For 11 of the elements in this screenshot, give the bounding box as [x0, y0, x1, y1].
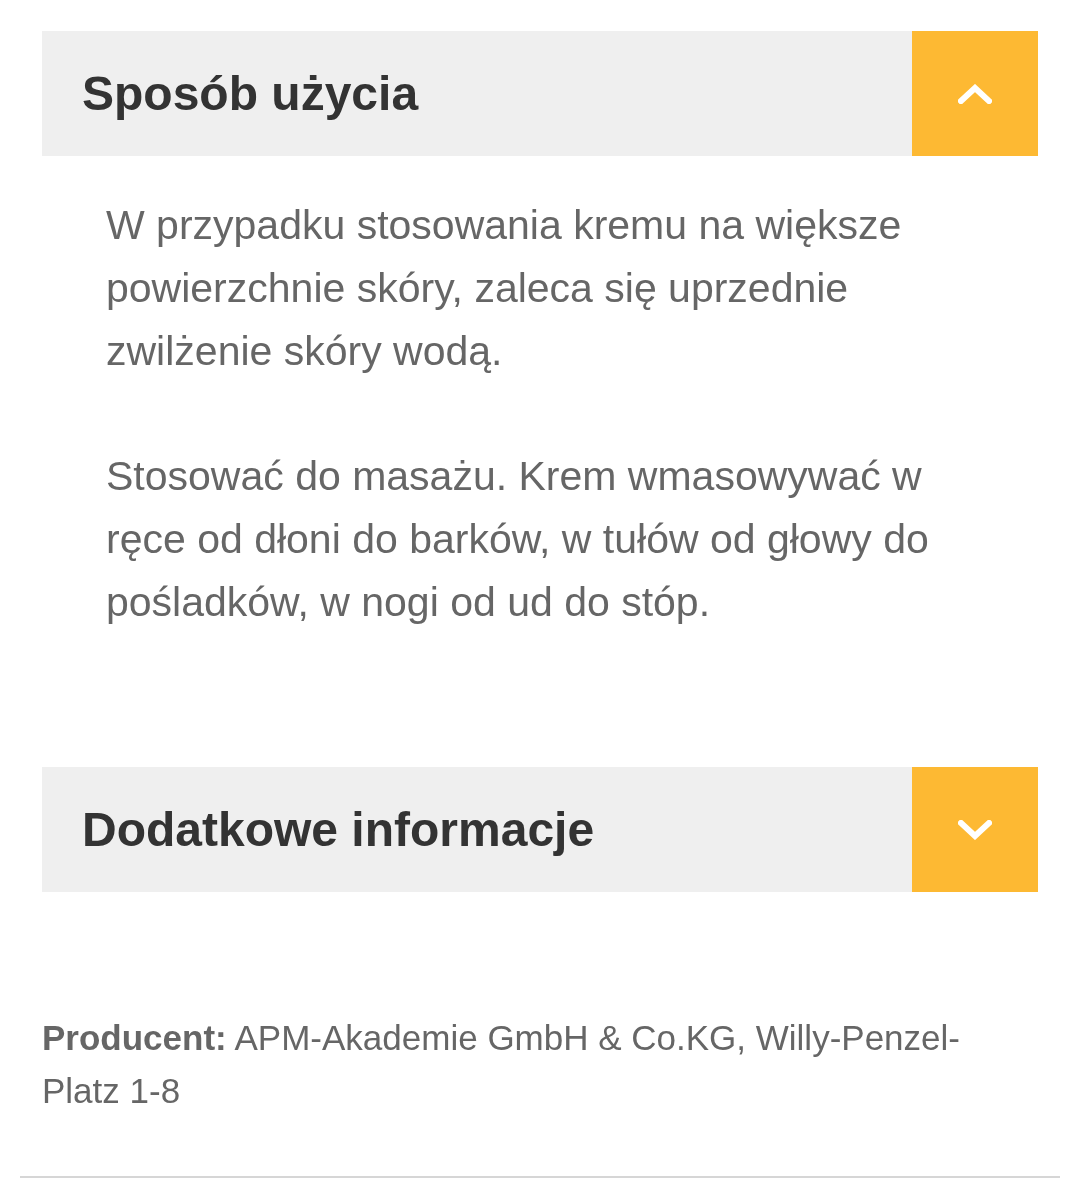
expand-button[interactable]	[912, 767, 1038, 892]
section-title: Dodatkowe informacje	[82, 802, 595, 857]
collapse-button[interactable]	[912, 31, 1038, 156]
producer-text: Producent: APM-Akademie GmbH & Co.KG, Willy-Penzel-Platz 1-8	[42, 1017, 961, 1112]
paragraph: Stosować do masażu. Krem wmasowywać w ręce od dłoni do barków, w tułów od głowy do pośladków, w nogi od ud do stóp.	[106, 452, 930, 627]
section-title: Sposób użycia	[82, 66, 419, 121]
chevron-down-icon	[958, 819, 992, 840]
chevron-up-icon	[958, 83, 992, 104]
paragraph: W przypadku stosowania kremu na większe powierzchnie skóry, zaleca się uprzednie zwilżenie skóry wodą.	[106, 201, 903, 376]
accordion-header[interactable]: Dodatkowe informacje	[42, 767, 1038, 892]
accordion-header[interactable]: Sposób użycia	[42, 31, 1038, 156]
